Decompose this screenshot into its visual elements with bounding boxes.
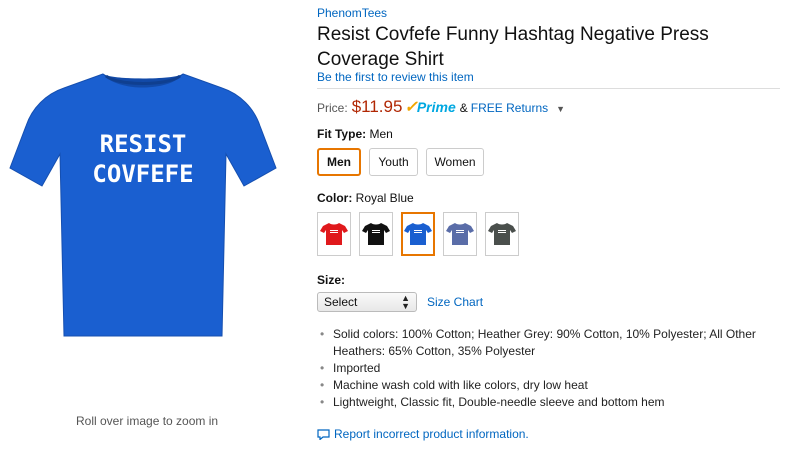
brand-link[interactable]: PhenomTees: [317, 6, 387, 20]
prime-check-icon: ✓: [404, 99, 418, 116]
color-swatches: [317, 212, 519, 256]
comment-icon: [317, 428, 330, 440]
prime-label: Prime: [416, 99, 456, 115]
swatch-heather-blue[interactable]: [443, 212, 477, 256]
color-heading: Color:: [317, 191, 353, 205]
fit-type-label: Fit Type: Men: [317, 127, 393, 141]
tshirt-image: RESIST COVFEFE: [9, 73, 277, 337]
fit-button-men[interactable]: Men: [317, 148, 361, 176]
select-arrows-icon: ▲ ▼: [401, 293, 410, 311]
shirt-print-line-1: RESIST: [100, 130, 187, 158]
divider: [317, 88, 780, 89]
shirt-print-line-2: COVFEFE: [92, 160, 193, 188]
swatch-asphalt[interactable]: [485, 212, 519, 256]
fit-type-value: Men: [369, 127, 393, 141]
product-title: Resist Covfefe Funny Hashtag Negative Pr…: [317, 24, 709, 70]
size-select[interactable]: Select ▲ ▼: [317, 292, 417, 312]
color-label: Color: Royal Blue: [317, 191, 414, 205]
tshirt-swatch-icon: [362, 223, 390, 245]
tshirt-swatch-icon: [320, 223, 348, 245]
color-value: Royal Blue: [355, 191, 414, 205]
prime-badge: ✓ Prime: [404, 97, 455, 117]
size-chart-link[interactable]: Size Chart: [427, 295, 483, 309]
review-link[interactable]: Be the first to review this item: [317, 70, 474, 84]
size-select-value: Select: [324, 295, 358, 309]
swatch-black[interactable]: [359, 212, 393, 256]
fit-button-women[interactable]: Women: [426, 148, 484, 176]
fit-type-options: Men Youth Women: [317, 148, 484, 176]
report-link[interactable]: Report incorrect product information.: [317, 427, 529, 441]
product-image-panel: RESIST COVFEFE Roll over image to zoom i…: [0, 0, 300, 450]
report-link-text[interactable]: Report incorrect product information.: [334, 427, 529, 441]
list-item: Machine wash cold with like colors, dry …: [317, 377, 787, 394]
swatch-royal-blue[interactable]: [401, 212, 435, 256]
tshirt-swatch-icon: [404, 223, 432, 245]
price-label: Price:: [317, 101, 348, 115]
list-item: Imported: [317, 360, 787, 377]
feature-bullets: Solid colors: 100% Cotton; Heather Grey:…: [317, 326, 787, 411]
swatch-red[interactable]: [317, 212, 351, 256]
fit-button-youth[interactable]: Youth: [369, 148, 418, 176]
price-row: Price: $11.95 ✓ Prime & FREE Returns ▼: [317, 97, 565, 117]
size-heading: Size:: [317, 273, 346, 287]
product-image[interactable]: RESIST COVFEFE: [8, 68, 278, 340]
amp-text: &: [459, 101, 468, 115]
tshirt-swatch-icon: [446, 223, 474, 245]
price-amount: $11.95: [351, 97, 403, 116]
zoom-hint: Roll over image to zoom in: [76, 414, 219, 428]
free-returns-link[interactable]: FREE Returns: [471, 101, 548, 115]
size-row: Select ▲ ▼ Size Chart: [317, 292, 483, 312]
chevron-down-icon[interactable]: ▼: [556, 104, 565, 114]
list-item: Solid colors: 100% Cotton; Heather Grey:…: [317, 326, 787, 360]
tshirt-swatch-icon: [488, 223, 516, 245]
fit-type-heading: Fit Type:: [317, 127, 367, 141]
size-label: Size:: [317, 273, 345, 287]
list-item: Lightweight, Classic fit, Double-needle …: [317, 394, 787, 411]
